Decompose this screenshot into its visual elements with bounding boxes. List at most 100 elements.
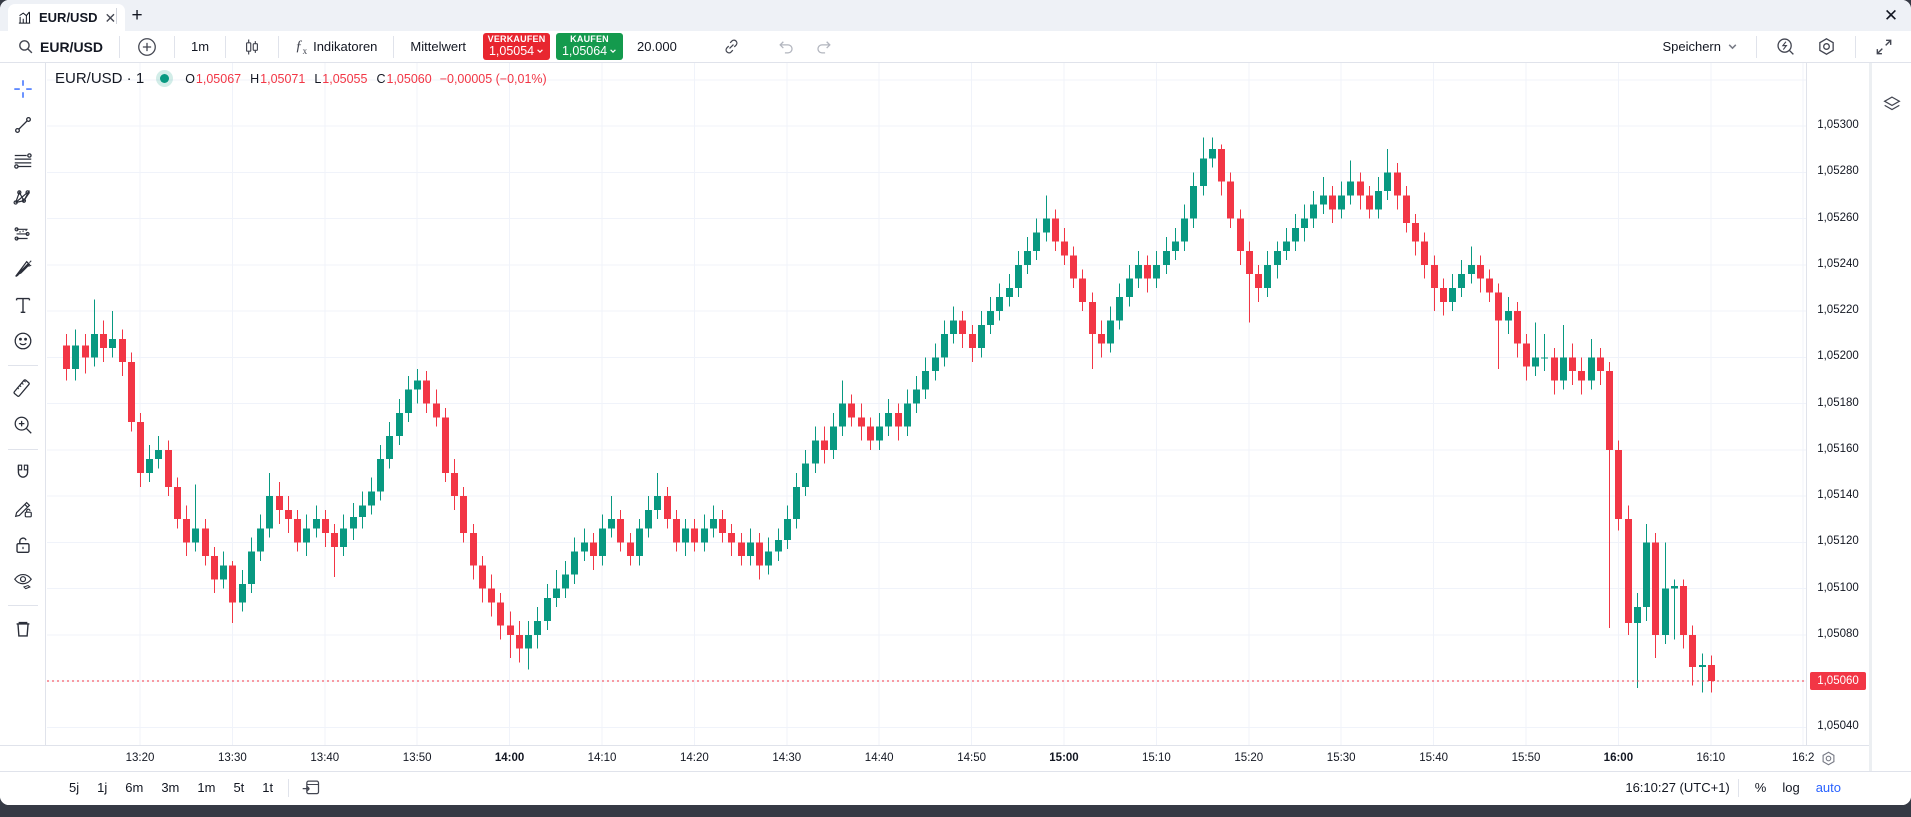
interval-button[interactable]: 1m (184, 34, 216, 60)
range-button-5t[interactable]: 5t (226, 777, 251, 798)
time-axis-label: 14:00 (486, 752, 534, 764)
time-axis-label: 15:40 (1410, 752, 1458, 764)
settings-gear-icon (1816, 36, 1837, 57)
tab-title: EUR/USD (39, 10, 98, 25)
time-axis[interactable]: 13:2013:3013:4013:5014:0014:1014:2014:30… (0, 745, 1869, 771)
price-axis-label: 1,05260 (1807, 212, 1869, 224)
price-axis-label: 1,05240 (1807, 258, 1869, 270)
time-axis-label: 16:00 (1594, 752, 1642, 764)
price-axis[interactable]: 1,053001,052801,052601,052401,052201,052… (1806, 63, 1869, 745)
quick-search-button[interactable] (1768, 34, 1803, 60)
symbol-search-button[interactable]: EUR/USD (10, 34, 110, 60)
app-window: EUR/USD ✕ + ✕ EUR/USD (0, 0, 1911, 805)
magnet-tool[interactable] (6, 456, 40, 490)
layers-icon[interactable] (1875, 87, 1909, 121)
mean-button[interactable]: Mittelwert (403, 34, 473, 60)
text-tool[interactable] (6, 288, 40, 322)
indicators-button[interactable]: ƒx Indikatoren (288, 34, 384, 60)
bottom-bar: 5j1j6m3m1m5t1t 16:10:27 (UTC+1) % log au… (0, 771, 1911, 805)
price-axis-label: 1,05200 (1807, 350, 1869, 362)
price-axis-label: 1,05300 (1807, 119, 1869, 131)
clock-display[interactable]: 16:10:27 (UTC+1) (1625, 780, 1729, 795)
range-button-1j[interactable]: 1j (90, 777, 114, 798)
time-axis-label: 13:20 (116, 752, 164, 764)
range-button-1t[interactable]: 1t (255, 777, 280, 798)
ruler-tool[interactable] (6, 372, 40, 406)
toolbar-divider (8, 365, 38, 366)
drawing-lock-tool[interactable] (6, 492, 40, 526)
chart-legend[interactable]: EUR/USD · 1 O1,05067H1,05071L1,05055C1,0… (55, 70, 547, 87)
crosshair-tool[interactable] (6, 72, 40, 106)
symbol-label: EUR/USD (40, 39, 103, 55)
time-axis-label: 13:40 (301, 752, 349, 764)
market-status-icon[interactable] (156, 70, 173, 87)
delete-all-tool[interactable] (6, 612, 40, 646)
brush-tool[interactable] (6, 252, 40, 286)
time-axis-label: 15:00 (1040, 752, 1088, 764)
tab-separator (116, 8, 117, 24)
time-axis-label: 15:10 (1132, 752, 1180, 764)
alert-link-button[interactable] (715, 34, 748, 60)
go-to-date-button[interactable] (297, 775, 325, 799)
hide-drawings-tool[interactable] (6, 564, 40, 598)
time-axis-label: 15:50 (1502, 752, 1550, 764)
tab-close-icon[interactable]: ✕ (105, 11, 117, 25)
price-axis-label: 1,05140 (1807, 489, 1869, 501)
percent-scale-toggle[interactable]: % (1747, 777, 1775, 798)
range-button-3m[interactable]: 3m (154, 777, 186, 798)
range-button-5j[interactable]: 5j (62, 777, 86, 798)
trade-quantity[interactable]: 20.000 (637, 39, 677, 54)
chart-style-button[interactable] (235, 34, 269, 60)
compare-add-button[interactable] (129, 34, 165, 60)
time-axis-label: 13:50 (393, 752, 441, 764)
time-axis-label: 15:20 (1225, 752, 1273, 764)
new-tab-button[interactable]: + (124, 3, 150, 29)
add-circle-icon (136, 36, 158, 58)
undo-button[interactable] (770, 34, 803, 60)
price-axis-label: 1,05120 (1807, 535, 1869, 547)
settings-button[interactable] (1809, 34, 1844, 60)
window-close-icon[interactable]: ✕ (1878, 3, 1904, 29)
redo-button[interactable] (807, 34, 840, 60)
save-label: Speichern (1662, 39, 1721, 54)
auto-scale-toggle[interactable]: auto (1808, 777, 1849, 798)
time-axis-label: 13:30 (208, 752, 256, 764)
fib-retracement-tool[interactable] (6, 144, 40, 178)
time-axis-label: 14:20 (670, 752, 718, 764)
range-button-6m[interactable]: 6m (118, 777, 150, 798)
save-button[interactable]: Speichern (1655, 34, 1745, 60)
candles-icon (242, 37, 262, 57)
fullscreen-button[interactable] (1867, 34, 1901, 60)
fullscreen-icon (1874, 37, 1894, 57)
quick-search-icon (1775, 36, 1796, 57)
tab-eurusd[interactable]: EUR/USD ✕ (8, 4, 125, 31)
ohlc-item: O1,05067 (185, 72, 241, 86)
price-axis-label: 1,05160 (1807, 443, 1869, 455)
candlestick-chart[interactable] (47, 63, 1806, 745)
price-axis-label: 1,05040 (1807, 720, 1869, 732)
sell-button[interactable]: VERKAUFEN 1,05054 (483, 33, 550, 60)
log-scale-toggle[interactable]: log (1774, 777, 1807, 798)
toolbar-divider (8, 605, 38, 606)
drawing-toolbar (0, 63, 46, 745)
sell-price: 1,05054 (489, 45, 534, 58)
emoji-tool[interactable] (6, 324, 40, 358)
zoom-in-tool[interactable] (6, 408, 40, 442)
toolbar-divider (8, 449, 38, 450)
forecast-tool[interactable] (6, 216, 40, 250)
buy-button[interactable]: KAUFEN 1,05064 (556, 33, 623, 60)
ohlc-item: H1,05071 (250, 72, 305, 86)
ohlc-item: L1,05055 (314, 72, 367, 86)
chevron-down-icon (609, 47, 617, 55)
price-axis-label: 1,05080 (1807, 628, 1869, 640)
time-axis-label: 16:10 (1687, 752, 1735, 764)
function-icon: ƒx (295, 38, 307, 56)
lock-all-tool[interactable] (6, 528, 40, 562)
range-button-1m[interactable]: 1m (190, 777, 222, 798)
trend-line-tool[interactable] (6, 108, 40, 142)
tab-bar: EUR/USD ✕ + ✕ (0, 0, 1911, 31)
xabcd-pattern-tool[interactable] (6, 180, 40, 214)
time-axis-label: 14:40 (855, 752, 903, 764)
chevron-down-icon (1727, 41, 1738, 52)
legend-symbol[interactable]: EUR/USD · 1 (55, 70, 144, 87)
